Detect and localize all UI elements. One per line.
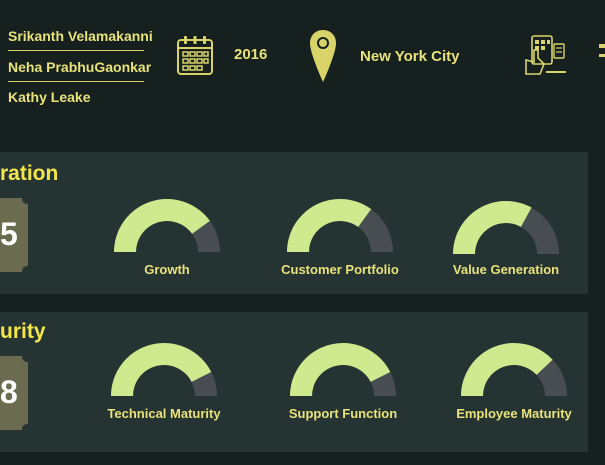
section-title: ration [0,162,59,185]
calendar-icon [177,36,213,75]
author-name: Srikanth Velamakanni [8,28,153,44]
map-pin-icon [310,30,336,82]
score-value: 5 [0,216,18,252]
gauge-label: Customer Portfolio [281,262,399,277]
year-text: 2016 [234,46,268,63]
gauge-fill [114,199,210,252]
employee-maturity-gauge [461,343,567,396]
gauge-label: Growth [144,262,190,277]
gauge-fill [461,343,553,396]
gauge-label: Employee Maturity [456,406,572,421]
gauge-label: Technical Maturity [107,406,221,421]
value-generation-gauge [453,200,559,254]
technical-maturity-gauge [111,343,217,396]
section-title: urity [0,320,46,343]
gauge-label: Support Function [288,406,398,421]
author-name: Neha PrabhuGaonkar [8,59,152,75]
gauge-fill [287,199,372,252]
section-panel: ration 5 Growth Customer Portfolio Value… [0,152,588,294]
growth-gauge [114,199,220,252]
customer-portfolio-gauge [287,199,393,252]
divider [8,50,144,51]
dashboard-page: Srikanth Velamakanni Neha PrabhuGaonkar … [0,0,605,465]
gauge-fill [453,200,532,254]
score-value: 8 [0,374,18,410]
section-panel: urity 8 Technical Maturity Support Funct… [0,312,588,452]
support-function-gauge [290,343,396,396]
tablet-hand-icon [525,35,566,75]
partial-icon [599,44,605,57]
location-text: New York City [360,48,460,65]
divider [8,81,144,82]
gauge-label: Value Generation [452,262,560,277]
author-name: Kathy Leake [8,89,91,105]
